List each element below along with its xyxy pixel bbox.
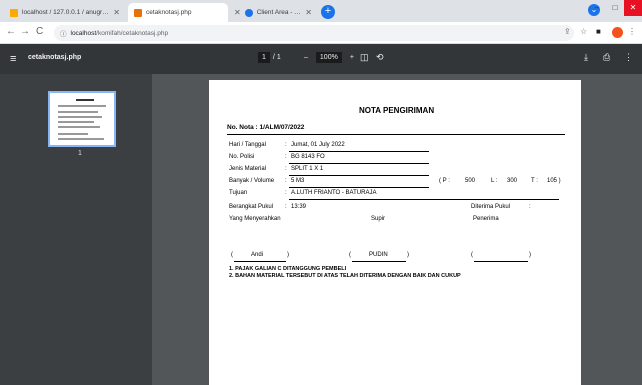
maximize-button[interactable]: □ bbox=[606, 0, 624, 16]
nota-number: No. Nota : 1/ALM/07/2022 bbox=[227, 124, 304, 131]
signature-driver: ( PUDIN ) bbox=[349, 252, 411, 262]
info-icon[interactable]: ⓘ bbox=[60, 28, 67, 38]
close-icon[interactable]: ✕ bbox=[113, 8, 120, 17]
pdf-page: NOTA PENGIRIMAN No. Nota : 1/ALM/07/2022… bbox=[209, 80, 581, 385]
dim-l-label: L : bbox=[491, 178, 498, 184]
url-path: /komifah/cetaknotasj.php bbox=[96, 29, 169, 37]
field-label: Berangkat Pukul bbox=[229, 204, 274, 210]
avatar[interactable] bbox=[612, 27, 623, 38]
new-tab-button[interactable]: + bbox=[321, 5, 335, 19]
page-thumbnail[interactable] bbox=[48, 91, 116, 147]
tab-cetaknota[interactable]: cetaknotasj.php bbox=[128, 3, 228, 22]
dimensions: ( P : 500 L : 300 T : 105 ) bbox=[439, 178, 569, 187]
dim-p-value: 500 bbox=[465, 178, 476, 184]
zoom-out-button[interactable]: – bbox=[304, 54, 308, 61]
page-input[interactable]: 1 bbox=[258, 52, 270, 63]
field-label: No. Polisi bbox=[229, 154, 255, 160]
dim-p-label: ( P : bbox=[439, 178, 450, 184]
globe-icon bbox=[244, 8, 253, 17]
field-value: 13:39 bbox=[291, 204, 307, 210]
field-label: Hari / Tanggal bbox=[229, 142, 266, 148]
thumbnail-page-number: 1 bbox=[78, 150, 82, 157]
menu-icon[interactable]: ≡ bbox=[10, 53, 16, 65]
phpmyadmin-icon bbox=[10, 8, 18, 17]
minimize-button[interactable]: – bbox=[588, 0, 606, 16]
signature-receiver: ( ) bbox=[471, 252, 533, 262]
more-icon[interactable]: ⋮ bbox=[628, 27, 636, 36]
signer-name: Andi bbox=[251, 252, 264, 258]
page-icon bbox=[134, 8, 142, 17]
browser-toolbar: ← → C ⓘ localhost /komifah/cetaknotasj.p… bbox=[0, 22, 642, 44]
zoom-level[interactable]: 100% bbox=[315, 52, 342, 63]
share-icon[interactable]: ⇪ bbox=[564, 27, 571, 36]
field-value: BG 8143 FO bbox=[291, 154, 325, 160]
extension-icon[interactable]: ■ bbox=[596, 27, 601, 36]
window-controls: – □ ✕ bbox=[588, 0, 642, 16]
field-value: Jumat, 01 July 2022 bbox=[291, 142, 345, 148]
more-icon[interactable]: ⋮ bbox=[624, 52, 633, 63]
fit-page-icon[interactable]: ◫ bbox=[360, 52, 369, 63]
dim-t-value: 105 ) bbox=[547, 178, 561, 184]
tab-phpmyadmin[interactable]: localhost / 127.0.0.1 / anugrah ✕ bbox=[4, 3, 126, 22]
role-driver: Supir bbox=[371, 216, 386, 222]
page-total: 1 bbox=[276, 54, 281, 61]
tab-label: cetaknotasj.php bbox=[146, 9, 192, 16]
field-value: SPLIT 1 X 1 bbox=[291, 166, 324, 172]
tab-label: Client Area - Rumahweb Indonesia bbox=[256, 9, 302, 16]
role-receiver: Penerima bbox=[473, 216, 499, 222]
zoom-controls: – 100% + bbox=[300, 52, 358, 63]
role-sender: Yang Menyerahkan bbox=[229, 216, 281, 222]
dim-t-label: T : bbox=[531, 178, 538, 184]
note-item: 1. PAJAK GALIAN C DITANGGUNG PEMBELI bbox=[229, 266, 347, 272]
star-icon[interactable]: ☆ bbox=[580, 27, 587, 36]
url-host: localhost bbox=[70, 29, 97, 37]
close-window-button[interactable]: ✕ bbox=[624, 0, 642, 16]
address-bar[interactable]: ⓘ localhost /komifah/cetaknotasj.php bbox=[54, 25, 574, 41]
signer-name: PUDIN bbox=[369, 252, 388, 258]
back-icon[interactable]: ← bbox=[6, 26, 16, 37]
print-icon[interactable]: ⎙ bbox=[603, 52, 610, 63]
page-separator: / bbox=[272, 54, 275, 61]
field-label: Tujuan bbox=[229, 190, 248, 196]
reload-icon[interactable]: C bbox=[36, 26, 43, 37]
zoom-in-button[interactable]: + bbox=[350, 54, 354, 61]
close-icon[interactable]: ✕ bbox=[234, 8, 241, 17]
divider bbox=[227, 134, 565, 135]
field-label: Jenis Material bbox=[229, 166, 267, 172]
notes: 1. PAJAK GALIAN C DITANGGUNG PEMBELI 2. … bbox=[229, 266, 461, 280]
diterima-label: Diterima Pukul bbox=[471, 204, 511, 210]
pdf-toolbar: ≡ cetaknotasj.php 1 / 1 – 100% + ◫ ⟲ ⤓ ⎙… bbox=[0, 44, 642, 74]
rotate-icon[interactable]: ⟲ bbox=[376, 52, 384, 63]
close-icon[interactable]: ✕ bbox=[305, 8, 312, 17]
download-icon[interactable]: ⤓ bbox=[584, 52, 588, 63]
tab-label: localhost / 127.0.0.1 / anugrah bbox=[22, 9, 110, 16]
dim-l-value: 300 bbox=[507, 178, 518, 184]
tab-client-area[interactable]: ✕ Client Area - Rumahweb Indonesia ✕ bbox=[228, 3, 318, 22]
page-indicator: 1 / 1 bbox=[258, 52, 281, 63]
field-value: 5 M3 bbox=[291, 178, 305, 184]
nota-label: No. Nota : bbox=[227, 124, 258, 131]
pdf-filename: cetaknotasj.php bbox=[28, 54, 82, 61]
forward-icon[interactable]: → bbox=[20, 26, 30, 37]
signature-sender: ( Andi ) bbox=[231, 252, 291, 262]
field-label: Banyak / Volume bbox=[229, 178, 275, 184]
tab-bar: localhost / 127.0.0.1 / anugrah ✕ cetakn… bbox=[0, 0, 642, 22]
field-value: A.LUTH FRIANTO - BATURAJA bbox=[291, 190, 377, 196]
thumbnail-sidebar: 1 bbox=[0, 74, 152, 385]
page-title: NOTA PENGIRIMAN bbox=[359, 106, 435, 115]
note-item: 2. BAHAN MATERIAL TERSEBUT DI ATAS TELAH… bbox=[229, 273, 461, 279]
nota-value: 1/ALM/07/2022 bbox=[259, 124, 305, 131]
